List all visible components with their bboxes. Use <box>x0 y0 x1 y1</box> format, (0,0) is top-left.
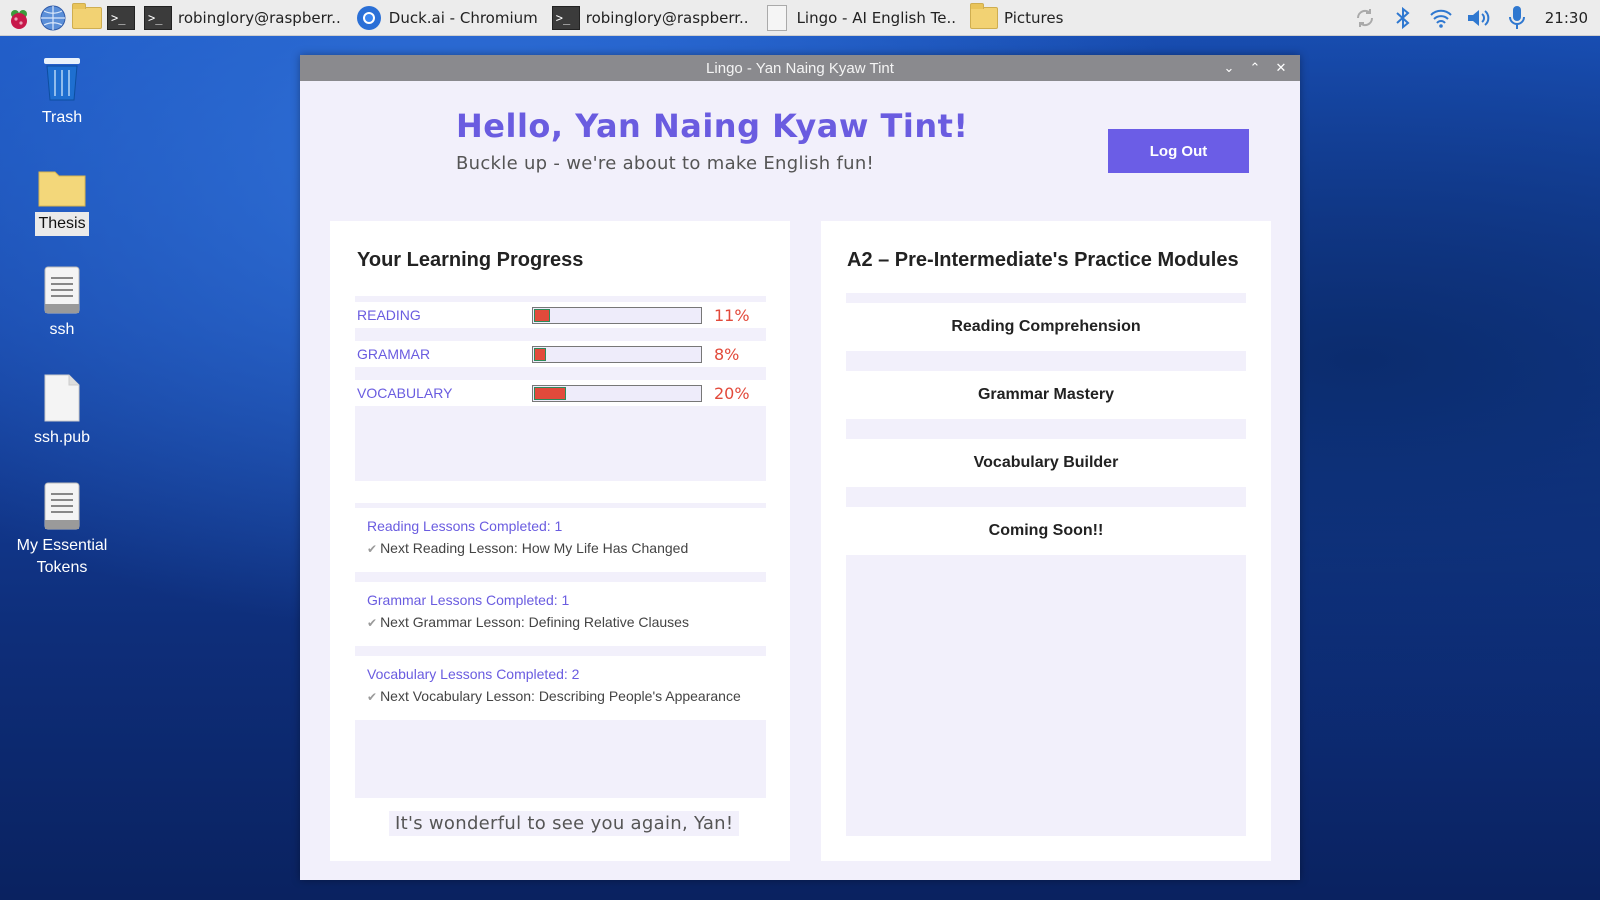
taskbar-task-lingo[interactable]: Lingo - AI English Te.. <box>757 2 962 34</box>
progress-label: GRAMMAR <box>357 346 431 362</box>
window-title: Lingo - Yan Naing Kyaw Tint <box>706 59 894 77</box>
lesson-completed: Reading Lessons Completed: 1 <box>367 518 563 534</box>
greeting-heading: Hello, Yan Naing Kyaw Tint! <box>456 107 969 145</box>
lessons-box: Reading Lessons Completed: 1 ✔ Next Readi… <box>355 503 766 798</box>
text-file-icon <box>12 474 112 530</box>
clock[interactable]: 21:30 <box>1545 9 1588 27</box>
progress-box: READING 11% GRAMMAR 8% VOCABULARY 20% <box>355 296 766 481</box>
lesson-next: Next Reading Lesson: How My Life Has Cha… <box>380 540 689 556</box>
desktop-item-ssh[interactable]: ssh <box>12 258 112 342</box>
module-grammar-mastery[interactable]: Grammar Mastery <box>846 371 1246 419</box>
microphone-icon[interactable] <box>1503 4 1531 32</box>
taskbar-task-pictures[interactable]: Pictures <box>964 2 1069 34</box>
desktop-item-essential-tokens[interactable]: My Essential Tokens <box>12 474 112 580</box>
desktop-item-trash[interactable]: Trash <box>12 46 112 130</box>
progress-row-grammar: GRAMMAR 8% <box>355 341 766 367</box>
lesson-next: Next Grammar Lesson: Defining Relative C… <box>380 614 689 630</box>
web-browser-icon[interactable] <box>38 3 68 33</box>
progress-heading: Your Learning Progress <box>357 249 584 271</box>
check-icon: ✔ <box>367 616 378 630</box>
progress-bar <box>532 306 702 324</box>
close-icon[interactable]: ✕ <box>1268 61 1294 76</box>
chromium-icon <box>355 5 383 31</box>
progress-row-vocabulary: VOCABULARY 20% <box>355 380 766 406</box>
progress-fill <box>534 386 566 400</box>
maximize-icon[interactable]: ⌃ <box>1242 61 1268 76</box>
raspberry-menu-icon[interactable] <box>4 3 34 33</box>
lesson-next: Next Vocabulary Lesson: Describing Peopl… <box>380 688 741 704</box>
taskbar-task-terminal-2[interactable]: >_ robinglory@raspberr.. <box>546 2 755 34</box>
modules-heading: A2 – Pre-Intermediate's Practice Modules <box>847 249 1239 271</box>
lesson-item-reading: Reading Lessons Completed: 1 ✔ Next Readi… <box>355 508 766 572</box>
lingo-window: Lingo - Yan Naing Kyaw Tint ⌄ ⌃ ✕ Hello,… <box>300 55 1300 880</box>
minimize-icon[interactable]: ⌄ <box>1216 61 1242 76</box>
terminal-icon: >_ <box>144 5 172 31</box>
folder-icon <box>12 152 112 208</box>
taskbar-task-chromium[interactable]: Duck.ai - Chromium <box>349 2 544 34</box>
progress-percent: 8% <box>714 344 740 364</box>
file-manager-icon[interactable] <box>72 2 102 33</box>
progress-fill <box>534 308 551 322</box>
trash-icon <box>12 46 112 102</box>
volume-icon[interactable] <box>1465 4 1493 32</box>
greeting-block: Hello, Yan Naing Kyaw Tint! Buckle up - … <box>456 107 969 174</box>
progress-row-reading: READING 11% <box>355 302 766 328</box>
lesson-completed: Grammar Lessons Completed: 1 <box>367 592 570 608</box>
task-label: Duck.ai - Chromium <box>388 8 538 27</box>
taskbar-task-terminal-1[interactable]: >_ robinglory@raspberr.. <box>138 2 347 34</box>
system-tray: 21:30 <box>1351 0 1600 36</box>
progress-bar <box>532 345 702 363</box>
taskbar: >_ >_ robinglory@raspberr.. Duck.ai - Ch… <box>0 0 1600 36</box>
update-sync-icon[interactable] <box>1351 4 1379 32</box>
progress-panel: Your Learning Progress READING 11% GRAMM… <box>330 221 790 861</box>
window-titlebar[interactable]: Lingo - Yan Naing Kyaw Tint ⌄ ⌃ ✕ <box>300 55 1300 81</box>
welcome-message: It's wonderful to see you again, Yan! <box>389 811 740 836</box>
terminal-launcher-icon[interactable]: >_ <box>106 3 136 33</box>
desktop-item-ssh-pub[interactable]: ssh.pub <box>12 366 112 450</box>
progress-bar <box>532 384 702 402</box>
text-file-icon <box>12 258 112 314</box>
task-label: Lingo - AI English Te.. <box>796 8 957 27</box>
progress-fill <box>534 347 546 361</box>
module-coming-soon[interactable]: Coming Soon!! <box>846 507 1246 555</box>
folder-icon <box>970 2 999 31</box>
window-controls: ⌄ ⌃ ✕ <box>1216 55 1294 81</box>
progress-percent: 11% <box>714 305 750 325</box>
modules-box: Reading Comprehension Grammar Mastery Vo… <box>846 293 1246 836</box>
lesson-item-grammar: Grammar Lessons Completed: 1 ✔ Next Gramm… <box>355 582 766 646</box>
task-label: robinglory@raspberr.. <box>178 8 341 27</box>
lesson-item-vocabulary: Vocabulary Lessons Completed: 2 ✔ Next Vo… <box>355 656 766 720</box>
desktop-item-label: ssh <box>49 321 75 338</box>
modules-panel: A2 – Pre-Intermediate's Practice Modules… <box>821 221 1271 861</box>
desktop-item-label: ssh.pub <box>33 429 91 446</box>
task-label: robinglory@raspberr.. <box>585 8 749 27</box>
document-icon <box>763 4 791 31</box>
terminal-icon: >_ <box>551 5 580 31</box>
file-icon <box>12 366 112 422</box>
desktop-item-thesis[interactable]: Thesis <box>12 152 112 236</box>
desktop-item-label: Trash <box>41 109 83 126</box>
module-reading-comprehension[interactable]: Reading Comprehension <box>846 303 1246 351</box>
module-vocabulary-builder[interactable]: Vocabulary Builder <box>846 439 1246 487</box>
lesson-completed: Vocabulary Lessons Completed: 2 <box>367 666 580 682</box>
task-label: Pictures <box>1004 8 1064 27</box>
desktop-item-label: Thesis <box>35 212 89 236</box>
progress-label: VOCABULARY <box>357 385 453 401</box>
wifi-icon[interactable] <box>1427 4 1455 32</box>
greeting-subtitle: Buckle up - we're about to make English … <box>456 153 875 174</box>
progress-percent: 20% <box>714 383 750 403</box>
logout-button[interactable]: Log Out <box>1108 129 1249 173</box>
check-icon: ✔ <box>367 542 378 556</box>
desktop-item-label: My Essential Tokens <box>16 537 108 576</box>
check-icon: ✔ <box>367 690 378 704</box>
bluetooth-icon[interactable] <box>1389 4 1417 32</box>
progress-label: READING <box>357 307 421 323</box>
